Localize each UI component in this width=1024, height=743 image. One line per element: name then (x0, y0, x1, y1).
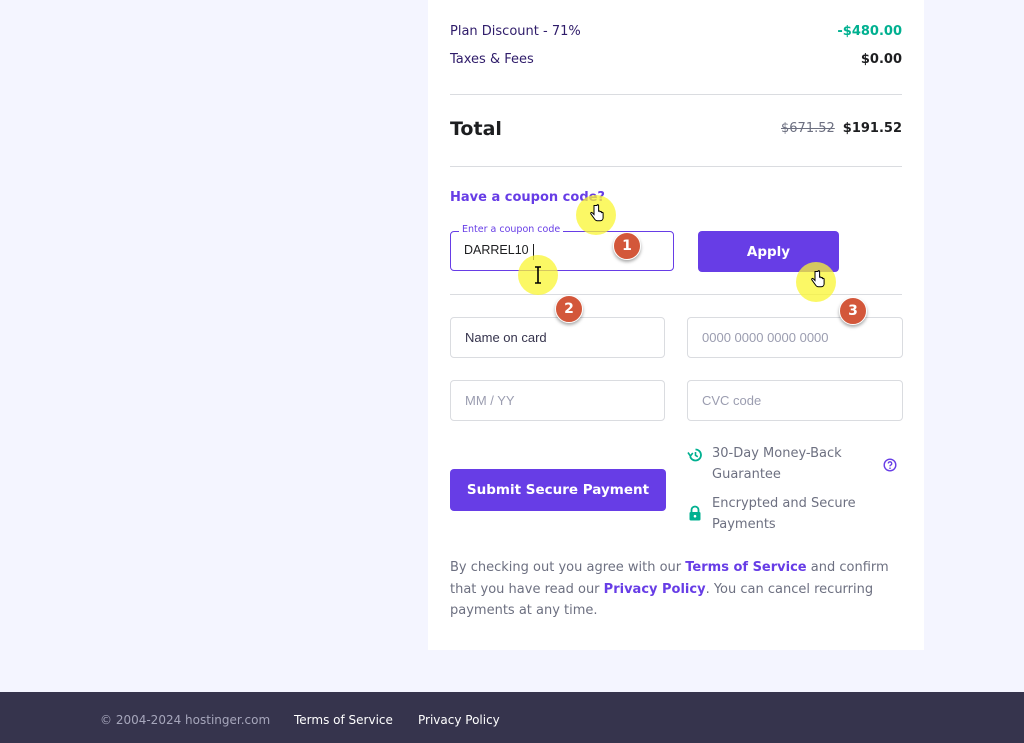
total-label: Total (450, 118, 502, 140)
step-badge-2: 2 (555, 295, 583, 323)
step-badge-3: 3 (839, 297, 867, 325)
total-prices: $671.52 $191.52 (781, 121, 902, 136)
text-cursor-icon (535, 266, 541, 284)
submit-payment-button[interactable]: Submit Secure Payment (450, 469, 666, 511)
name-on-card-field[interactable] (450, 317, 665, 358)
taxes-label: Taxes & Fees (450, 52, 534, 67)
divider (450, 166, 902, 167)
footer-terms-link[interactable]: Terms of Service (294, 713, 393, 727)
legal-text-part: By checking out you agree with our (450, 560, 686, 575)
total-old-price: $671.52 (781, 121, 835, 136)
terms-of-service-link[interactable]: Terms of Service (685, 560, 806, 575)
card-number-field[interactable] (687, 317, 903, 358)
total-new-price: $191.52 (842, 121, 902, 136)
name-on-card-input[interactable] (465, 330, 655, 345)
coupon-field-label: Enter a coupon code (459, 224, 564, 235)
cvc-field[interactable] (687, 380, 903, 421)
secure-payment-text: Encrypted and Secure Payments (712, 496, 856, 532)
card-number-input[interactable] (702, 330, 892, 345)
page-footer: © 2004-2024 hostinger.com Terms of Servi… (0, 692, 1024, 743)
footer-privacy-link[interactable]: Privacy Policy (418, 713, 500, 727)
checkout-card: Plan Discount - 71% -$480.00 Taxes & Fee… (428, 0, 924, 650)
taxes-row: Taxes & Fees $0.00 (450, 52, 902, 67)
privacy-policy-link[interactable]: Privacy Policy (604, 582, 706, 597)
copyright-text: © 2004-2024 hostinger.com (100, 713, 271, 727)
expiry-field[interactable] (450, 380, 665, 421)
discount-row: Plan Discount - 71% -$480.00 (450, 24, 902, 39)
history-icon (687, 448, 702, 462)
coupon-field[interactable]: Enter a coupon code (450, 224, 674, 271)
discount-label: Plan Discount - 71% (450, 24, 581, 39)
legal-text: By checking out you agree with our Terms… (450, 557, 895, 622)
divider (450, 294, 902, 295)
expiry-input[interactable] (465, 393, 655, 408)
hand-cursor-icon (590, 204, 604, 222)
taxes-value: $0.00 (860, 52, 902, 67)
lock-icon (689, 505, 701, 521)
step-badge-1: 1 (613, 232, 641, 260)
discount-value: -$480.00 (837, 24, 902, 39)
help-icon[interactable] (883, 458, 897, 472)
hand-cursor-icon (811, 270, 825, 288)
divider (450, 94, 902, 95)
cvc-input[interactable] (702, 393, 892, 408)
money-back-text: 30-Day Money-Back Guarantee (712, 446, 842, 482)
